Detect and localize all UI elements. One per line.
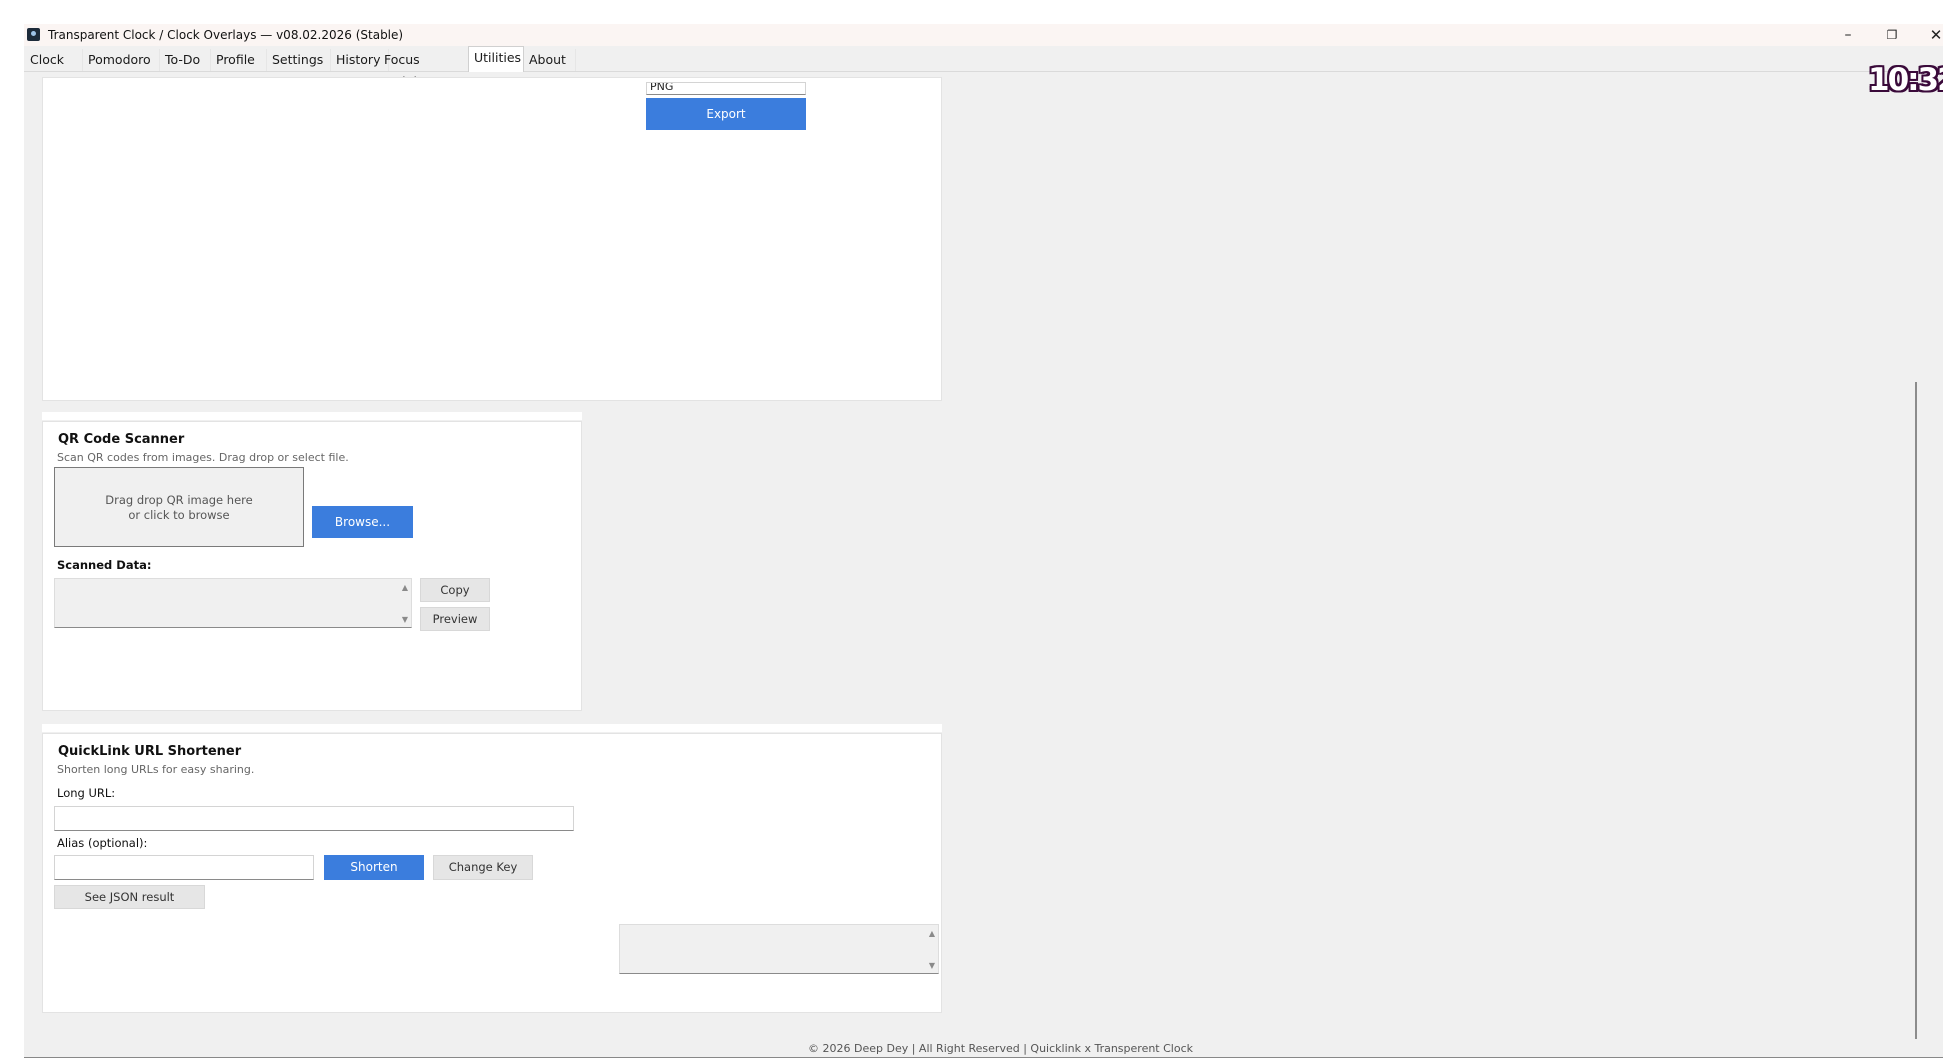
footer-copyright: © 2026 Deep Dey | All Right Reserved | Q… bbox=[808, 1042, 1194, 1055]
see-json-result-button[interactable]: See JSON result bbox=[54, 885, 205, 909]
qr-card-subtitle: Scan QR codes from images. Drag drop or … bbox=[57, 451, 349, 464]
clock-overlay-time[interactable]: 10:32 bbox=[1868, 62, 1943, 98]
export-button[interactable]: Export bbox=[646, 98, 806, 130]
export-format-select[interactable]: PNG bbox=[646, 82, 806, 95]
shortener-result-textarea[interactable]: ▲ ▼ bbox=[619, 924, 939, 974]
shortener-card-cap bbox=[42, 724, 942, 732]
scroll-up-icon[interactable]: ▲ bbox=[929, 929, 935, 938]
scroll-up-icon[interactable]: ▲ bbox=[402, 583, 408, 592]
tab-settings[interactable]: Settings bbox=[267, 49, 331, 71]
tab-utilities[interactable]: Utilities bbox=[468, 46, 524, 72]
tab-pomodoro[interactable]: Pomodoro bbox=[83, 49, 160, 71]
utilities-scroll-area: PNG Export QR Code Scanner Scan QR codes… bbox=[24, 77, 1943, 1047]
dropzone-line-2: or click to browse bbox=[128, 508, 230, 522]
title-bar[interactable]: Transparent Clock / Clock Overlays — v08… bbox=[24, 24, 1943, 46]
maximize-button[interactable]: ❐ bbox=[1870, 24, 1914, 46]
qr-scanner-card: QR Code Scanner Scan QR codes from image… bbox=[42, 421, 582, 711]
url-shortener-card: QuickLink URL Shortener Shorten long URL… bbox=[42, 733, 942, 1013]
qr-card-cap bbox=[42, 412, 582, 420]
shorten-button[interactable]: Shorten bbox=[324, 855, 424, 880]
scanned-data-textarea[interactable]: ▲ ▼ bbox=[54, 578, 412, 628]
scroll-down-icon[interactable]: ▼ bbox=[402, 615, 408, 624]
vertical-scrollbar[interactable] bbox=[1915, 382, 1917, 1039]
export-card: PNG Export bbox=[42, 77, 942, 401]
tab-focus-insights[interactable]: Focus Insights bbox=[379, 49, 478, 89]
tab-profile[interactable]: Profile bbox=[211, 49, 267, 71]
minimize-button[interactable]: – bbox=[1826, 24, 1870, 46]
shortener-card-title: QuickLink URL Shortener bbox=[58, 744, 242, 759]
shortener-card-subtitle: Shorten long URLs for easy sharing. bbox=[57, 763, 255, 776]
scroll-down-icon[interactable]: ▼ bbox=[929, 961, 935, 970]
window-title: Transparent Clock / Clock Overlays — v08… bbox=[48, 28, 404, 42]
tab-bar: Clock Pomodoro To-Do Profile Settings Hi… bbox=[24, 46, 1943, 89]
preview-button[interactable]: Preview bbox=[420, 607, 490, 631]
tab-todo[interactable]: To-Do bbox=[160, 49, 211, 71]
dropzone-line-1: Drag drop QR image here bbox=[105, 493, 253, 507]
long-url-label: Long URL: bbox=[57, 786, 116, 800]
app-window: Transparent Clock / Clock Overlays — v08… bbox=[24, 24, 1943, 1058]
change-key-button[interactable]: Change Key bbox=[433, 855, 533, 880]
alias-input[interactable] bbox=[54, 855, 314, 880]
tab-about[interactable]: About bbox=[524, 49, 576, 71]
copy-button[interactable]: Copy bbox=[420, 578, 490, 602]
qr-card-title: QR Code Scanner bbox=[58, 432, 185, 447]
close-button[interactable]: ✕ bbox=[1914, 24, 1943, 46]
long-url-input[interactable] bbox=[54, 806, 574, 831]
qr-dropzone[interactable]: Drag drop QR image here or click to brow… bbox=[54, 467, 304, 547]
tab-clock[interactable]: Clock bbox=[25, 49, 83, 71]
scanned-data-label: Scanned Data: bbox=[57, 558, 152, 572]
app-icon bbox=[27, 28, 40, 41]
browse-button[interactable]: Browse... bbox=[312, 506, 413, 538]
alias-label: Alias (optional): bbox=[57, 836, 148, 850]
